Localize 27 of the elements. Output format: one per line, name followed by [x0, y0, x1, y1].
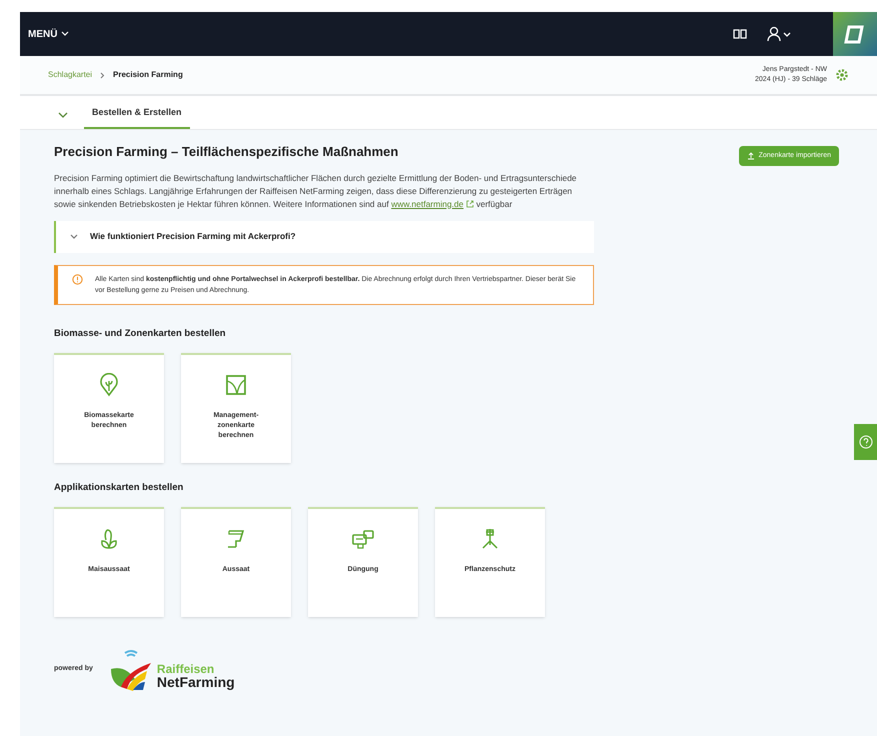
menu-button[interactable]: MENÜ [28, 26, 70, 42]
chevron-down-icon [61, 31, 70, 37]
brand-logo-icon [108, 647, 153, 691]
website-link[interactable]: www.netfarming.de [391, 198, 464, 208]
user-icon[interactable] [767, 26, 793, 42]
page-title: Precision Farming – Teilflächenspezifische Maßnahmen [54, 143, 400, 161]
warning-icon [72, 274, 83, 284]
brand-name: Raiffeisen [156, 663, 216, 676]
help-icon [858, 435, 872, 449]
upload-icon [746, 152, 755, 160]
chevron-down-icon[interactable] [58, 111, 68, 119]
accordion-header[interactable]: Wie funktioniert Precision Farming mit Ackerprofi? [54, 220, 594, 252]
leaf-pin-icon [97, 372, 121, 397]
external-link-icon [466, 200, 474, 208]
book-icon[interactable] [733, 28, 747, 40]
breadcrumb-current: Precision Farming [113, 69, 183, 81]
section-title: Applikationskarten bestellen [54, 480, 184, 495]
app-logo[interactable] [833, 12, 877, 56]
chevron-icon [70, 234, 78, 240]
field-map-icon [224, 372, 248, 397]
section-title: Biomasse- und Zonenkarten bestellen [54, 326, 227, 340]
brand-name: NetFarming [156, 676, 235, 689]
spreader-icon [351, 527, 375, 551]
help-button[interactable] [854, 424, 877, 460]
chevron-icon [100, 72, 106, 78]
intro-paragraph: Precision Farming optimiert die Bewirtschaftung landwirtschaftlicher Flächen durch gezielte Ermittlung der Boden- und Ertragsunterschiede innerhalb eines Schlags. Langjährige Erfahrungen der Raiffeisen NetFarming zeigen, dass diese Differenzierung zu gesteigerten Erträgen sowie sinkenden Betriebskosten je Hektar führen können. Weitere Informationen sind auf www.netfarming.de verfügbar [54, 172, 578, 210]
settings-icon[interactable] [835, 68, 849, 82]
